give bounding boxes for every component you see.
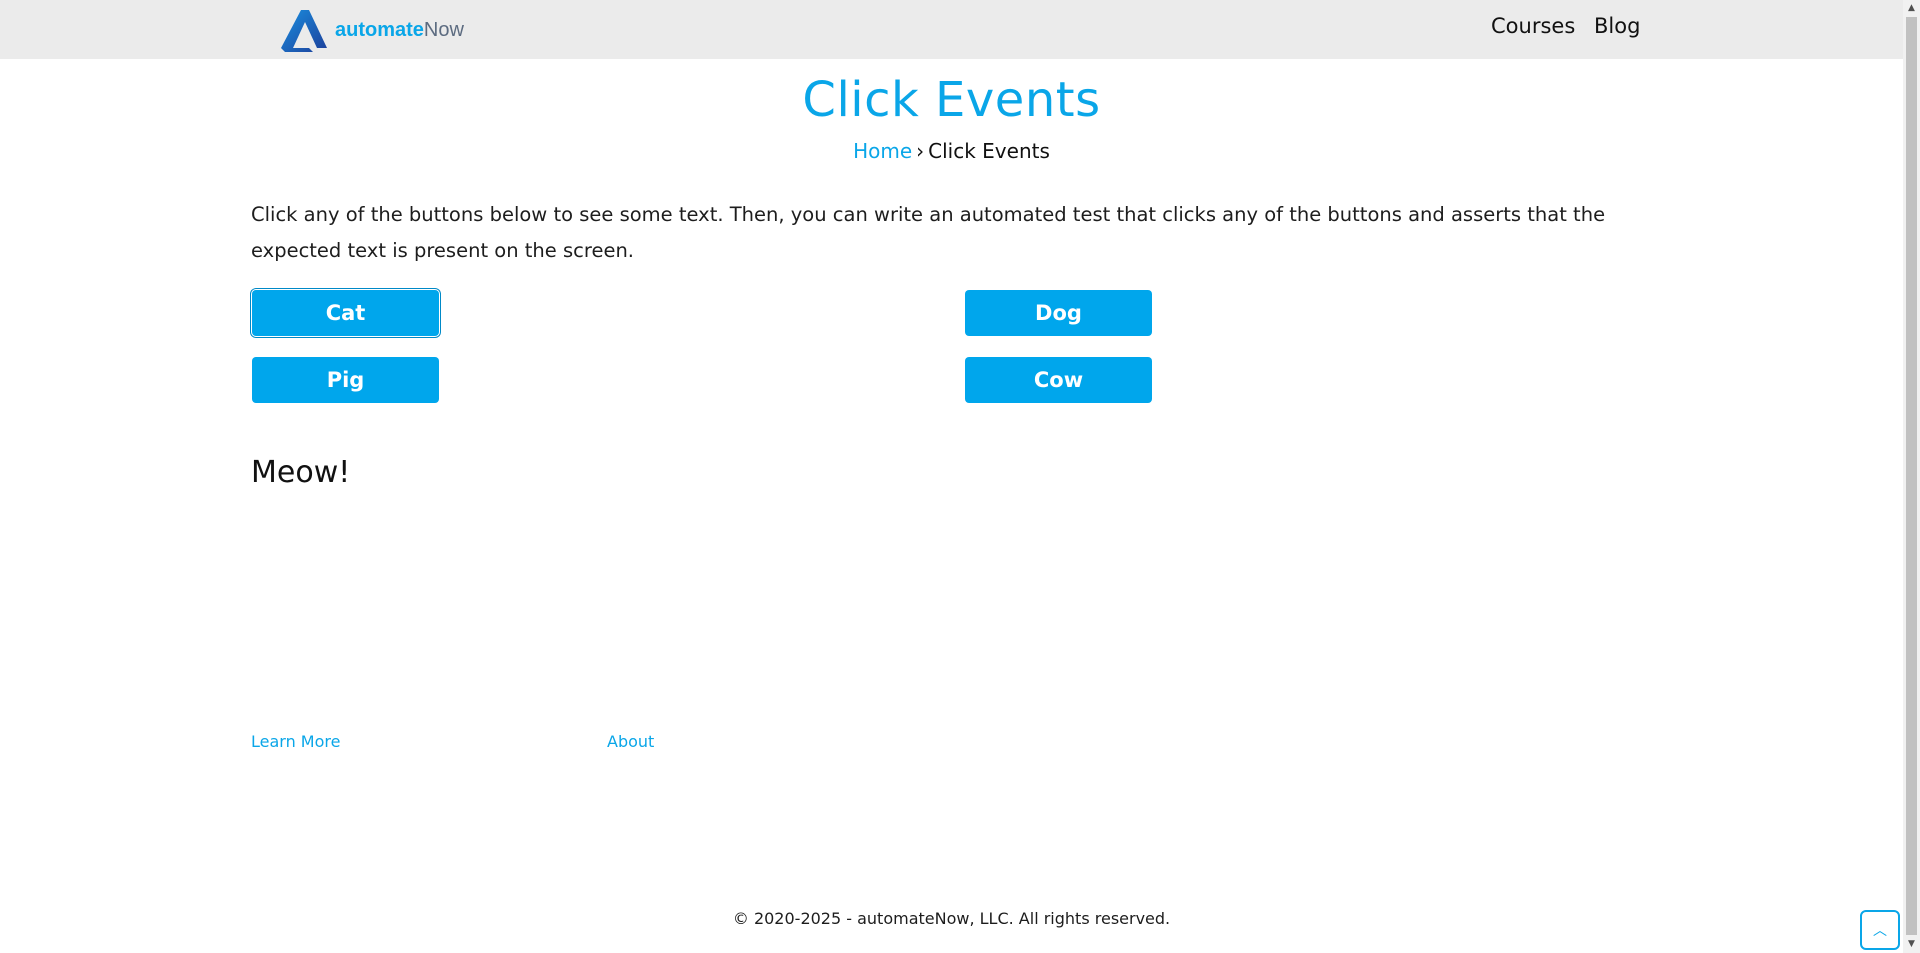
logo-text: automateNow — [335, 18, 464, 41]
intro-text: Click any of the buttons below to see so… — [251, 203, 1606, 262]
logo-link[interactable]: automateNow — [279, 8, 464, 52]
scroll-up-arrow-icon[interactable]: ▲ — [1903, 0, 1920, 17]
result-text: Meow! — [251, 455, 351, 490]
pig-button[interactable]: Pig — [252, 357, 439, 403]
chevron-up-icon: ︿ — [1873, 923, 1887, 939]
copyright-text: © 2020-2025 - automateNow, LLC. All righ… — [732, 909, 1171, 928]
breadcrumb-separator: › — [916, 139, 925, 163]
vertical-scrollbar[interactable]: ▲ ▼ — [1903, 0, 1920, 953]
page-title: Click Events — [802, 72, 1101, 128]
back-to-top-button[interactable]: ︿ — [1860, 910, 1900, 950]
breadcrumb-home-link[interactable]: Home — [853, 139, 912, 163]
scrollbar-thumb[interactable] — [1906, 17, 1917, 935]
breadcrumb-current: Click Events — [928, 139, 1050, 163]
breadcrumb: Home › Click Events — [0, 139, 1903, 163]
nav-blog[interactable]: Blog — [1594, 14, 1640, 38]
site-header: automateNow Courses Blog — [0, 0, 1903, 59]
automatenow-logo-icon — [281, 10, 327, 52]
nav-courses[interactable]: Courses — [1491, 14, 1575, 38]
cow-button[interactable]: Cow — [965, 357, 1152, 403]
about-link[interactable]: About — [607, 732, 654, 751]
learn-more-link[interactable]: Learn More — [251, 732, 340, 751]
cat-button[interactable]: Cat — [252, 290, 439, 336]
dog-button[interactable]: Dog — [965, 290, 1152, 336]
scroll-down-arrow-icon[interactable]: ▼ — [1903, 936, 1920, 953]
